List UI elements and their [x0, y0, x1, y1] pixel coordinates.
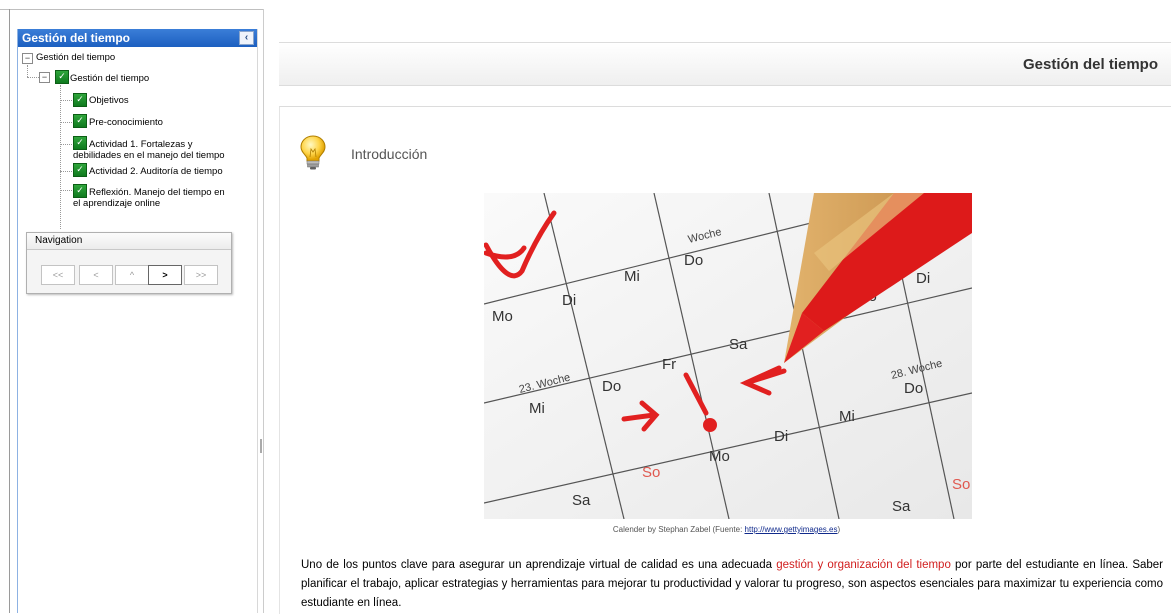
cal-di-3: Di: [774, 428, 788, 445]
navigation-panel: Navigation << < ^ > >>: [26, 232, 232, 294]
tree-item-preconocimiento[interactable]: Pre-conocimiento: [89, 117, 163, 129]
para-text-before: Uno de los puntos clave para asegurar un…: [301, 559, 777, 571]
tree-item-objetivos[interactable]: Objetivos: [89, 95, 129, 107]
content-panel: Introducción Mo Di Mi Do Mi Do Fr Sa Di …: [279, 106, 1171, 614]
caption-source-link[interactable]: http://www.gettyimages.es: [745, 525, 838, 534]
page-title: Gestión del tiempo: [1022, 56, 1158, 73]
nav-first-button[interactable]: <<: [41, 265, 75, 285]
caption-close: ): [837, 525, 841, 534]
item-complete-icon: ✓: [73, 93, 87, 107]
title-bar: Gestión del tiempo: [279, 42, 1171, 86]
sidebar-header: Gestión del tiempo ‹: [18, 29, 258, 47]
caption-text: Calender by Stephan Zabel (Fuente:: [612, 525, 745, 534]
cal-mi-2: Mi: [529, 400, 545, 417]
cal-mo-3: Mo: [709, 448, 730, 465]
intro-paragraph: Uno de los puntos clave para asegurar un…: [301, 556, 1163, 613]
cal-mi-3: Mi: [839, 408, 855, 425]
item-complete-icon: ✓: [73, 184, 87, 198]
item-complete-icon: ✓: [73, 163, 87, 177]
para-highlight: gestión y organización del tiempo: [776, 559, 951, 571]
navigation-title: Navigation: [27, 233, 231, 250]
nav-previous-button[interactable]: <: [79, 265, 113, 285]
section-title: Introducción: [351, 146, 428, 162]
cal-sa-3: Sa: [892, 498, 911, 515]
image-caption: Calender by Stephan Zabel (Fuente: http:…: [280, 525, 1171, 534]
cal-mo-1: Mo: [492, 308, 513, 325]
sidebar-title: Gestión del tiempo: [22, 31, 131, 45]
cal-sa-1: Sa: [729, 336, 748, 353]
cal-do-1: Do: [684, 252, 703, 269]
window-left-border: [9, 9, 10, 613]
item-complete-icon: ✓: [73, 136, 87, 150]
module-complete-icon: ✓: [55, 70, 69, 84]
lightbulb-icon: [300, 135, 326, 170]
item-complete-icon: ✓: [73, 114, 87, 128]
cal-so-1: So: [642, 464, 660, 481]
sidebar: Gestión del tiempo ‹ − Gestión del tiemp…: [17, 29, 259, 613]
cal-fr: Fr: [662, 356, 676, 373]
nav-next-button[interactable]: >: [148, 265, 182, 285]
nav-last-button[interactable]: >>: [184, 265, 218, 285]
tree-item-reflexion-line2[interactable]: el aprendizaje online: [73, 198, 160, 210]
cal-do-2: Do: [602, 378, 621, 395]
cal-di-1: Di: [562, 292, 576, 309]
collapse-root-icon[interactable]: −: [22, 53, 33, 64]
calendar-photo: Mo Di Mi Do Mi Do Fr Sa Mo Di Mo Di Mi D…: [484, 193, 972, 519]
splitter-grip[interactable]: [260, 439, 262, 453]
tree-root-label[interactable]: Gestión del tiempo: [36, 52, 115, 64]
main-content: Gestión del tiempo Introducción Mo Di Mi…: [263, 9, 1171, 614]
cal-sa-2: Sa: [572, 492, 591, 509]
cal-mi-1: Mi: [624, 268, 640, 285]
nav-up-button[interactable]: ^: [115, 265, 149, 285]
cal-do-3: Do: [904, 380, 923, 397]
tree-item-actividad1-line2[interactable]: debilidades en el manejo del tiempo: [73, 150, 225, 162]
tree-module-label[interactable]: Gestión del tiempo: [70, 73, 149, 85]
collapse-module-icon[interactable]: −: [39, 72, 50, 83]
tree-item-actividad2[interactable]: Actividad 2. Auditoría de tiempo: [89, 166, 223, 178]
collapse-sidebar-icon[interactable]: ‹: [239, 31, 254, 45]
cal-di-2: Di: [916, 270, 930, 287]
cal-so-2: So: [952, 476, 970, 493]
